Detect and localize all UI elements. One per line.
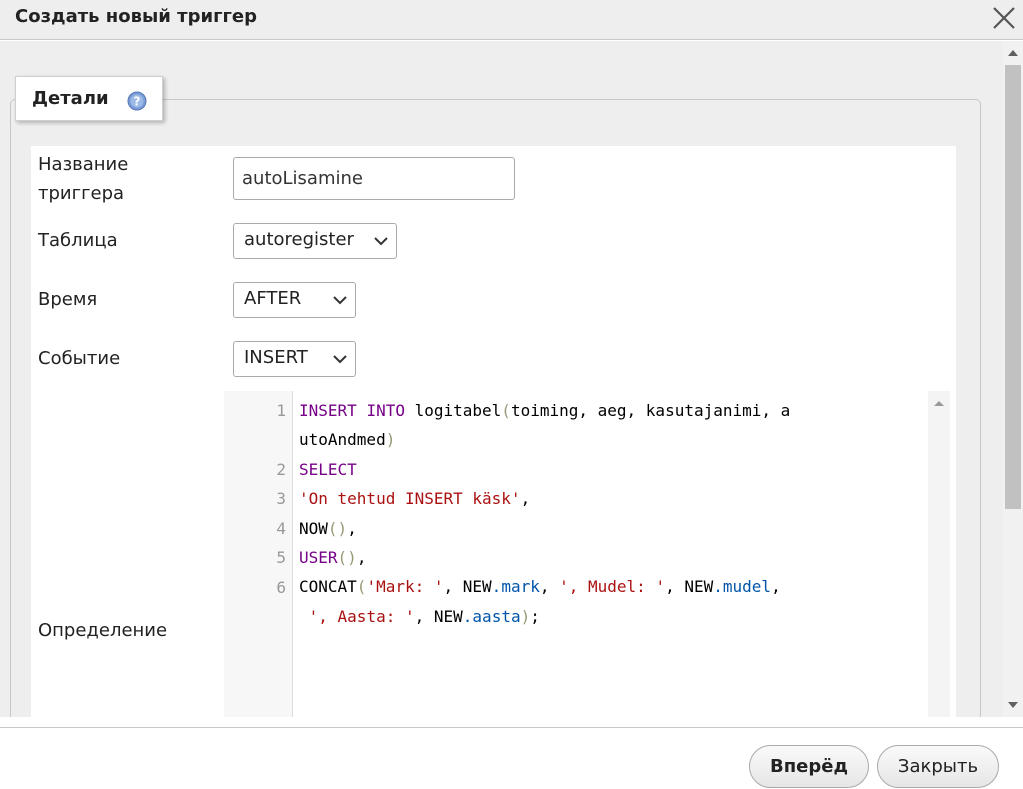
scroll-up-icon[interactable] (933, 399, 945, 407)
trigger-name-label: Название триггера (38, 154, 129, 204)
line-number: 4 (276, 519, 286, 538)
sql-editor[interactable]: 1 2 3 4 5 6 INSERT INTO logitabel(toimin… (224, 391, 950, 717)
chevron-down-icon (374, 237, 388, 246)
line-number: 5 (276, 548, 286, 567)
event-label: Событие (38, 348, 121, 369)
dialog-footer: Вперёд Закрыть (0, 727, 1023, 789)
definition-label: Определение (38, 620, 168, 641)
editor-gutter: 1 2 3 4 5 6 (224, 391, 293, 717)
details-legend: Детали ? (15, 76, 163, 121)
time-select[interactable]: AFTER (233, 282, 356, 318)
time-label: Время (38, 289, 98, 310)
time-select-value: AFTER (244, 288, 302, 309)
line-number: 2 (276, 460, 286, 479)
table-select[interactable]: autoregister (233, 223, 397, 259)
trigger-name-input[interactable] (233, 157, 515, 200)
code-content[interactable]: INSERT INTO logitabel(toiming, aeg, kasu… (299, 396, 919, 631)
dialog-title: Создать новый триггер (15, 6, 257, 27)
dialog-scrollbar[interactable] (1003, 41, 1023, 717)
go-button[interactable]: Вперёд (749, 745, 869, 788)
dialog-content: Детали ? Название триггера Таблица autor… (0, 41, 1023, 717)
line-number: 3 (276, 489, 286, 508)
chevron-down-icon (333, 296, 347, 305)
scroll-down-icon[interactable] (1008, 701, 1018, 709)
details-legend-label: Детали (32, 88, 109, 109)
table-label: Таблица (38, 230, 118, 251)
event-select[interactable]: INSERT (233, 341, 356, 377)
help-icon[interactable]: ? (127, 91, 147, 111)
editor-scrollbar[interactable] (928, 391, 950, 717)
trigger-form: Название триггера Таблица autoregister В… (31, 146, 956, 717)
scroll-up-icon[interactable] (1008, 49, 1018, 57)
close-button[interactable]: Закрыть (877, 745, 999, 788)
table-select-value: autoregister (244, 229, 354, 250)
scrollbar-thumb[interactable] (1005, 65, 1021, 509)
svg-text:?: ? (134, 95, 141, 109)
close-icon[interactable] (990, 4, 1018, 32)
event-select-value: INSERT (244, 347, 308, 368)
dialog-titlebar: Создать новый триггер (0, 0, 1023, 40)
line-number: 6 (276, 578, 286, 597)
line-number: 1 (276, 401, 286, 420)
chevron-down-icon (333, 355, 347, 364)
